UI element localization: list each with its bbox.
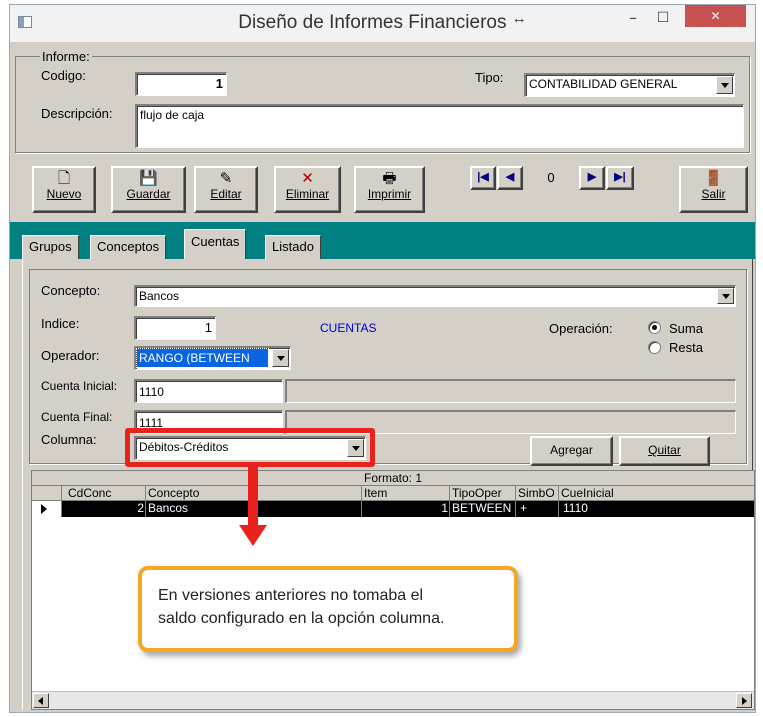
eliminar-button[interactable]: ✕ Eliminar [274,166,341,213]
tab-conceptos[interactable]: Conceptos [90,235,167,259]
imprimir-button[interactable]: 🖶 Imprimir [354,166,425,213]
salir-button[interactable]: 🚪 Salir [679,166,748,213]
tab-cuentas[interactable]: Cuentas [184,229,247,259]
chevron-down-icon[interactable] [272,349,289,367]
column-header-item[interactable]: Item [362,486,450,501]
minimize-button[interactable]: – [620,9,646,31]
cuentas-caption: CUENTAS [320,321,377,335]
window-client: Informe: Codigo: 1 Tipo: CONTABILIDAD GE… [10,42,755,712]
cell-item[interactable]: 1 [362,501,450,517]
delete-icon: ✕ [301,170,314,187]
printer-icon: 🖶 [382,170,397,187]
informe-legend: Informe: [40,49,92,64]
concepto-select[interactable]: Bancos [134,285,736,307]
horizontal-scrollbar[interactable] [32,691,754,709]
operacion-label: Operación: [549,321,613,336]
column-header-simbo[interactable]: SimbO [516,486,559,501]
tipo-value: CONTABILIDAD GENERAL [529,77,678,91]
codigo-label: Codigo: [41,68,86,83]
codigo-field[interactable]: 1 [135,72,227,96]
column-header-cdconc[interactable]: CdConc [62,486,146,501]
row-indicator-header [32,486,62,501]
table-row[interactable]: 2 Bancos 1 BETWEEN + 1110 [32,501,754,517]
guardar-button[interactable]: 💾 Guardar [111,166,186,213]
title-bar[interactable]: Diseño de Informes Financieros ↔ – ☐ ✕ [10,5,755,42]
scroll-right-icon[interactable] [736,693,752,708]
cuenta-inicial-label: Cuenta Inicial: [41,379,118,393]
quitar-button[interactable]: Quitar [619,436,710,466]
tipo-label: Tipo: [475,70,504,85]
scroll-left-icon[interactable] [33,693,49,708]
tab-listado[interactable]: Listado [265,235,321,259]
exit-door-icon: 🚪 [704,170,723,187]
grid-caption: Formato: 1 [32,471,754,486]
nav-next-button[interactable]: ▶ [579,166,605,190]
edit-icon: ✎ [219,170,233,187]
concepto-label: Concepto: [41,283,101,298]
column-header-tipooper[interactable]: TipoOper [450,486,516,501]
columna-label: Columna: [41,432,97,447]
tipo-select[interactable]: CONTABILIDAD GENERAL [524,73,735,97]
cell-simbo[interactable]: + [516,501,559,517]
highlight-box [125,428,375,467]
annotation-line-1: En versiones anteriores no tomaba el [158,587,424,604]
radio-dot-icon [652,325,657,330]
tab-grupos[interactable]: Grupos [22,235,79,259]
concepto-value: Bancos [139,289,180,303]
close-button[interactable]: ✕ [685,5,746,27]
nav-prev-button[interactable]: ◀ [497,166,523,190]
annotation-line-2: saldo configurado en la opción columna. [158,610,445,627]
application-window: Diseño de Informes Financieros ↔ – ☐ ✕ I… [9,4,756,713]
cell-tipooper[interactable]: BETWEEN [450,501,516,517]
record-number: 0 [547,170,555,185]
operador-value: RANGO (BETWEEN [136,348,269,368]
nav-last-button[interactable]: ▶| [606,166,634,190]
operador-label: Operador: [41,348,100,363]
resta-radio[interactable] [648,341,661,354]
nuevo-button[interactable]: 🗋 Nuevo [32,166,96,213]
cell-cdconc[interactable]: 2 [62,501,146,517]
maximize-button[interactable]: ☐ [650,9,676,31]
agregar-button[interactable]: Agregar [530,436,613,466]
resta-label: Resta [669,340,703,355]
arrow-down-icon [239,467,267,546]
column-header-cueinicial[interactable]: CueInicial [559,486,754,501]
resize-icon: ↔ [511,10,527,27]
operador-select[interactable]: RANGO (BETWEEN [134,346,291,370]
suma-label: Suma [669,321,703,336]
cell-cueinicial[interactable]: 1110 [559,501,754,517]
descripcion-label: Descripción: [41,106,113,121]
annotation-callout: En versiones anteriores no tomaba el sal… [138,566,518,652]
descripcion-field[interactable]: flujo de caja [135,104,744,148]
suma-radio[interactable] [648,321,661,334]
save-icon: 💾 [139,170,158,187]
cuenta-final-label: Cuenta Final: [41,410,113,424]
annotation-arrow [239,467,267,546]
indice-label: Indice: [41,316,80,331]
grid-header: CdConc Concepto Item TipoOper SimbO CueI… [32,486,754,501]
cuenta-inicial-field[interactable]: 1110 [134,379,283,403]
row-indicator-icon [32,501,62,517]
new-file-icon: 🗋 [57,170,71,187]
chevron-down-icon[interactable] [717,288,734,304]
indice-field[interactable]: 1 [134,316,216,340]
nav-first-button[interactable]: |◀ [470,166,496,190]
editar-button[interactable]: ✎ Editar [194,166,258,213]
cuenta-inicial-description [285,379,736,403]
chevron-down-icon[interactable] [716,76,733,94]
